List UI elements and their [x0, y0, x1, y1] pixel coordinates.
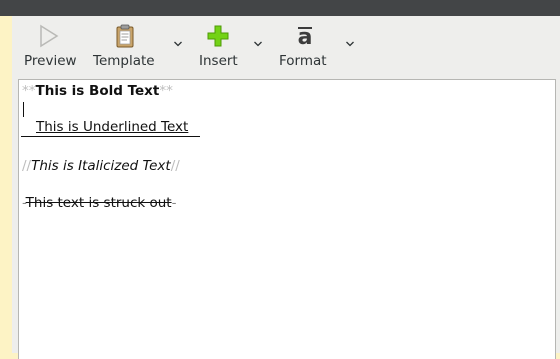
struck-text: This text is struck out	[25, 195, 172, 211]
italic-text: This is Italicized Text	[31, 158, 171, 174]
template-label: Template	[93, 53, 155, 69]
format-dropdown-chevron-down-icon[interactable]	[345, 40, 355, 48]
underline-guide: This is Underlined Text	[21, 119, 201, 137]
editor-window: Preview Template Insert a Format **This …	[12, 16, 560, 359]
insert-dropdown-chevron-down-icon[interactable]	[253, 40, 263, 48]
italic-open-marker: //	[22, 158, 32, 174]
underlined-text-line: This is Underlined Text	[21, 119, 201, 137]
window-titlebar	[0, 0, 560, 16]
italic-close-marker: //	[170, 158, 180, 174]
bold-open-marker: **	[22, 83, 36, 99]
preview-icon	[40, 24, 59, 48]
bold-text-line: **This is Bold Text**	[22, 83, 173, 99]
format-label: Format	[279, 53, 327, 69]
preview-label: Preview	[24, 53, 77, 69]
bold-close-marker: **	[159, 83, 173, 99]
text-editor[interactable]: **This is Bold Text** This is Underlined…	[18, 79, 556, 359]
strike-close-marker: -	[171, 195, 177, 211]
text-cursor	[23, 102, 24, 117]
template-button[interactable]: Template	[88, 20, 162, 72]
preview-button[interactable]: Preview	[20, 20, 77, 72]
bold-text: This is Bold Text	[35, 83, 160, 99]
plus-icon	[207, 25, 229, 47]
clipboard-icon	[116, 24, 134, 48]
struck-text-line: -This text is struck out-	[22, 195, 176, 211]
template-dropdown-chevron-down-icon[interactable]	[173, 40, 183, 48]
format-icon: a	[298, 25, 313, 50]
format-button[interactable]: a Format	[276, 20, 338, 72]
underlined-text: This is Underlined Text	[36, 119, 189, 135]
italic-text-line: //This is Italicized Text//	[22, 158, 180, 174]
insert-button[interactable]: Insert	[188, 20, 248, 72]
insert-label: Insert	[199, 53, 238, 69]
toolbar: Preview Template Insert a Format	[12, 16, 560, 78]
